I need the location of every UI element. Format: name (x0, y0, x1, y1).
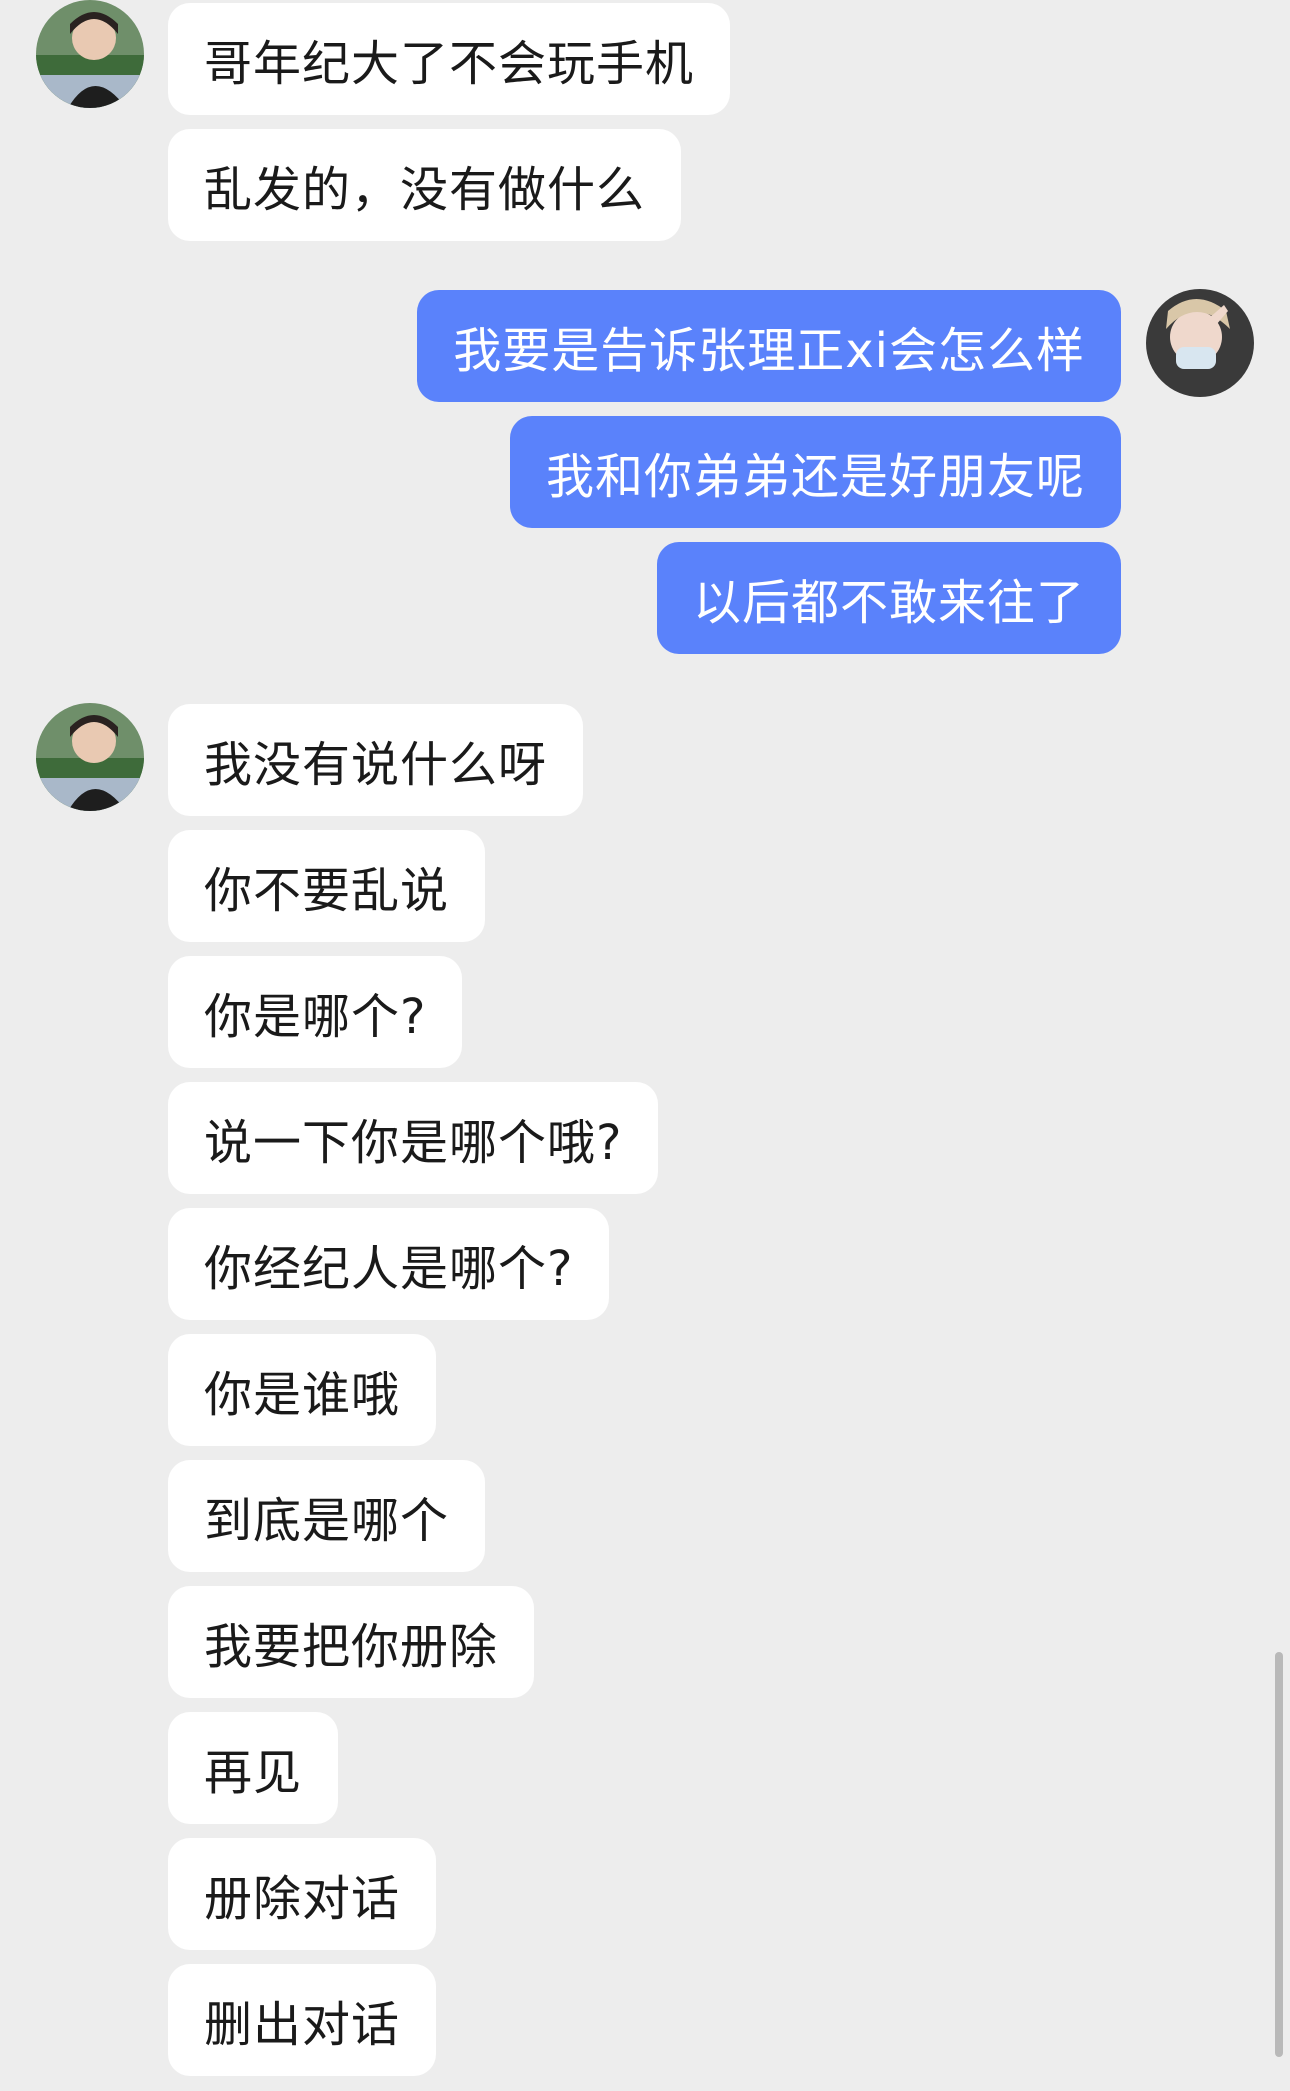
outgoing-message[interactable]: 以后都不敢来往了 (656, 542, 1121, 654)
incoming-message[interactable]: 我要把你册除 (168, 1586, 535, 1698)
contact-avatar[interactable] (36, 703, 144, 811)
incoming-message[interactable]: 你经纪人是哪个? (168, 1208, 610, 1320)
my-avatar[interactable] (1146, 289, 1254, 397)
incoming-message[interactable]: 再见 (168, 1712, 339, 1824)
incoming-message[interactable]: 册除对话 (168, 1838, 437, 1950)
contact-avatar-image (36, 0, 144, 108)
outgoing-message[interactable]: 我和你弟弟还是好朋友呢 (509, 416, 1121, 528)
incoming-message[interactable]: 乱发的，没有做什么 (168, 129, 682, 241)
incoming-message[interactable]: 你不要乱说 (168, 830, 486, 942)
incoming-message[interactable]: 删出对话 (168, 1964, 437, 2076)
incoming-message[interactable]: 到底是哪个 (168, 1460, 486, 1572)
incoming-message[interactable]: 你是谁哦 (168, 1334, 437, 1446)
incoming-message[interactable]: 你是哪个? (168, 956, 463, 1068)
scrollbar[interactable] (1275, 1652, 1283, 2057)
contact-avatar[interactable] (36, 0, 144, 108)
contact-avatar-image (36, 703, 144, 811)
outgoing-message[interactable]: 我要是告诉张理正xi会怎么样 (417, 290, 1121, 402)
incoming-message[interactable]: 说一下你是哪个哦? (168, 1082, 659, 1194)
incoming-message[interactable]: 我没有说什么呀 (168, 704, 584, 816)
my-avatar-image (1146, 289, 1254, 397)
incoming-message[interactable]: 哥年纪大了不会玩手机 (168, 3, 731, 115)
